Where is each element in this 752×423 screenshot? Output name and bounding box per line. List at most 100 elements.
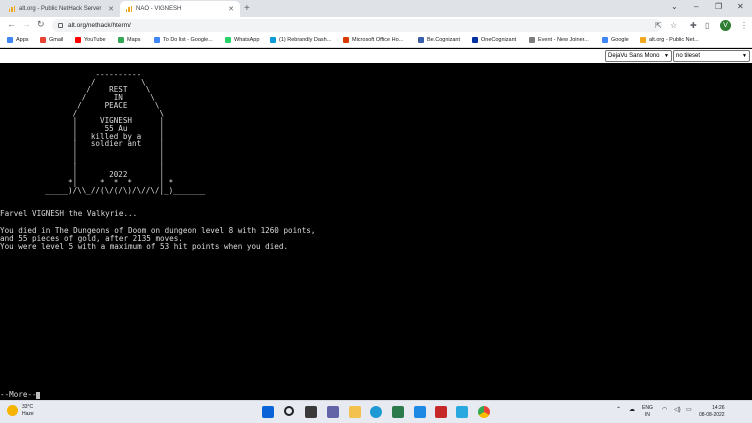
share-icon[interactable]: ⇱ <box>655 21 662 30</box>
chat-icon[interactable] <box>327 406 339 418</box>
forward-arrow-icon[interactable]: → <box>22 19 31 29</box>
bookmark-label: WhatsApp <box>234 37 260 43</box>
close-tab-icon[interactable]: ✕ <box>108 5 114 13</box>
event-icon <box>529 37 535 43</box>
onecognizant-icon <box>472 37 478 43</box>
bookmark-label: Microsoft Office Ho... <box>352 37 404 43</box>
bookmark-item[interactable]: Maps <box>118 37 140 43</box>
font-select[interactable]: DejaVu Sans Mono ▼ <box>605 50 672 62</box>
app-square-icon[interactable] <box>456 406 468 418</box>
bookmark-label: Apps <box>16 37 29 43</box>
chrome-icon[interactable] <box>478 406 490 418</box>
bookmark-item[interactable]: YouTube <box>75 37 106 43</box>
bookmark-label: OneCognizant <box>481 37 517 43</box>
terminal-options-bar: DejaVu Sans Mono ▼ no tileset ▼ <box>0 49 752 63</box>
address-bar[interactable]: alt.org/nethack/hterm/ <box>52 19 662 32</box>
doc-icon <box>154 37 160 43</box>
bookmark-item[interactable]: Apps <box>7 37 29 43</box>
search-icon[interactable] <box>284 406 294 416</box>
altorg-icon <box>640 37 646 43</box>
back-arrow-icon[interactable]: ← <box>7 19 16 29</box>
gmail-icon <box>40 37 46 43</box>
font-select-value: DejaVu Sans Mono <box>608 53 660 59</box>
bookmark-label: To Do list - Google... <box>163 37 213 43</box>
clock[interactable]: 14:26 08-08-2022 <box>699 405 725 418</box>
onedrive-cloud-icon[interactable]: ☁ <box>629 406 635 413</box>
close-window-icon[interactable]: ✕ <box>737 2 744 11</box>
app-l-icon[interactable] <box>414 406 426 418</box>
menu-kebab-icon[interactable]: ⋮ <box>740 21 748 30</box>
close-tab-icon[interactable]: ✕ <box>228 5 234 13</box>
terminal-cursor <box>36 392 40 399</box>
bookmark-item[interactable]: OneCognizant <box>472 37 516 43</box>
tab-strip: alt.org - Public NetHack Server ✕ NAO - … <box>0 0 752 17</box>
store-icon[interactable] <box>392 406 404 418</box>
bookmark-item[interactable]: alt.org - Public Net... <box>640 37 699 43</box>
new-tab-button[interactable]: + <box>244 3 250 14</box>
rebrandly-icon <box>270 37 276 43</box>
bookmark-item[interactable]: To Do list - Google... <box>154 37 213 43</box>
reload-icon[interactable]: ↻ <box>37 19 45 30</box>
extensions-puzzle-icon[interactable]: ✚ <box>690 21 697 30</box>
chevron-down-icon[interactable]: ⌄ <box>671 2 678 11</box>
whatsapp-icon <box>225 37 231 43</box>
bookmark-item[interactable]: Be.Cognizant <box>418 37 460 43</box>
wifi-icon[interactable]: ◠ <box>662 406 667 413</box>
death-summary-line: You were level 5 with a maximum of 53 hi… <box>0 242 289 251</box>
bookmark-label: Be.Cognizant <box>427 37 461 43</box>
bookmark-label: Gmail <box>49 37 64 43</box>
mcafee-icon[interactable] <box>435 406 447 418</box>
minimize-icon[interactable]: – <box>694 2 698 11</box>
bookmark-item[interactable]: Microsoft Office Ho... <box>343 37 403 43</box>
chevron-up-icon[interactable]: ⌃ <box>616 406 621 413</box>
bookmark-label: YouTube <box>84 37 106 43</box>
tab-title: NAO - VIGNESH <box>136 6 182 12</box>
windows-start-icon[interactable] <box>262 406 274 418</box>
bookmark-label: Event - New Joiner... <box>538 37 589 43</box>
weather-widget[interactable]: 33°C Haze <box>7 404 34 417</box>
bookmark-item[interactable]: Event - New Joiner... <box>529 37 589 43</box>
bookmark-label: (1) Rebrandly Dash... <box>279 37 332 43</box>
tileset-select-value: no tileset <box>676 53 701 59</box>
more-prompt[interactable]: --More-- <box>0 391 37 399</box>
temperature: 33°C <box>22 404 34 410</box>
task-view-icon[interactable] <box>305 406 317 418</box>
tombstone-line: _____)/\\_//(\/(/\)/\//\/|_)_______ <box>36 185 206 195</box>
chevron-down-icon: ▼ <box>742 53 747 59</box>
google-icon <box>602 37 608 43</box>
side-panel-icon[interactable]: ▯ <box>705 21 709 30</box>
tab-altorg[interactable]: alt.org - Public NetHack Server ✕ <box>3 1 120 17</box>
apps-grid-icon <box>7 37 13 43</box>
bookmarks-bar: Apps Gmail YouTube Maps To Do list - Google.… <box>0 34 752 48</box>
bookmark-label: alt.org - Public Net... <box>649 37 699 43</box>
cognizant-icon <box>418 37 424 43</box>
altorg-favicon-icon <box>126 6 132 12</box>
edge-icon[interactable] <box>370 406 382 418</box>
sun-haze-icon <box>7 405 18 416</box>
battery-icon[interactable]: ▭ <box>686 406 692 413</box>
weather-condition: Haze <box>22 410 34 417</box>
language-code: ENG <box>642 405 653 411</box>
bookmark-label: Maps <box>127 37 141 43</box>
windows-taskbar: 33°C Haze ⌃ ☁ ENG IN ◠ ◁) ▭ 14:26 08-08-… <box>0 400 752 423</box>
chevron-down-icon: ▼ <box>664 53 669 59</box>
tileset-select[interactable]: no tileset ▼ <box>673 50 750 62</box>
tab-nao-vignesh[interactable]: NAO - VIGNESH ✕ <box>120 1 240 17</box>
file-explorer-icon[interactable] <box>349 406 361 418</box>
lock-icon <box>58 23 63 28</box>
language-indicator[interactable]: ENG IN <box>642 405 653 418</box>
bookmark-item[interactable]: (1) Rebrandly Dash... <box>270 37 331 43</box>
profile-avatar[interactable]: V <box>720 20 731 31</box>
bookmark-item[interactable]: Google <box>602 37 629 43</box>
farewell-line: Farvel VIGNESH the Valkyrie... <box>0 209 138 218</box>
restore-icon[interactable]: ❐ <box>715 2 722 11</box>
browser-toolbar: ← → ↻ alt.org/nethack/hterm/ ⇱ ☆ ✚ ▯ V ⋮ <box>0 17 752 34</box>
tab-title: alt.org - Public NetHack Server <box>19 6 102 12</box>
volume-icon[interactable]: ◁) <box>674 406 681 413</box>
youtube-icon <box>75 37 81 43</box>
bookmark-item[interactable]: WhatsApp <box>225 37 259 43</box>
star-icon[interactable]: ☆ <box>670 21 677 30</box>
bookmark-item[interactable]: Gmail <box>40 37 63 43</box>
maps-icon <box>118 37 124 43</box>
url-text: alt.org/nethack/hterm/ <box>68 22 131 29</box>
